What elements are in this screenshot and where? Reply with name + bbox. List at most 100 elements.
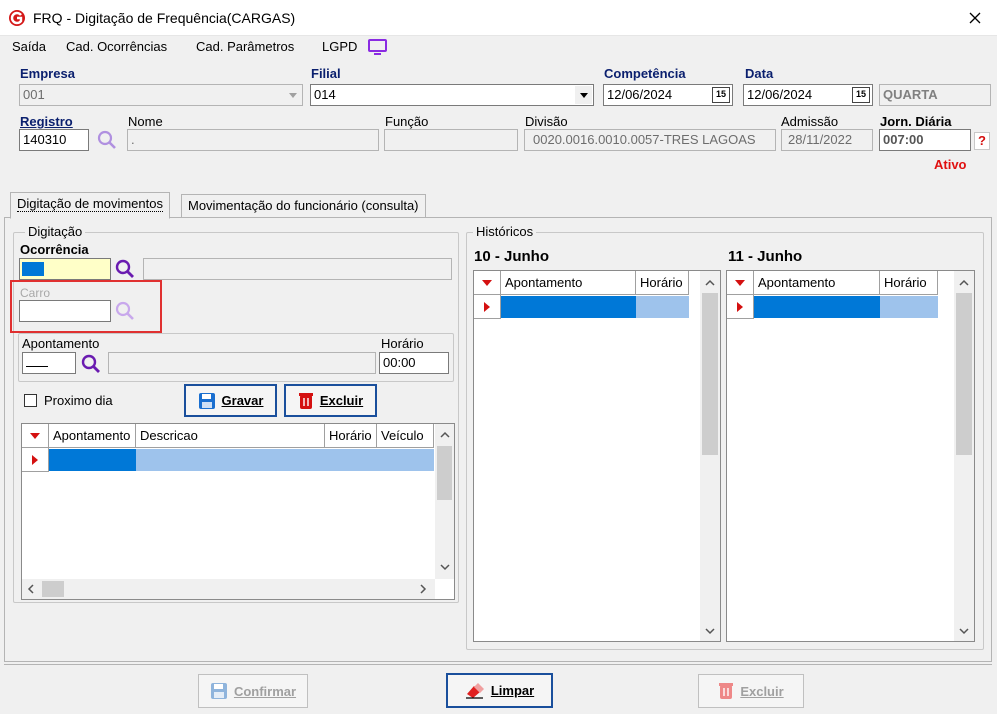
ocorrencia-label: Ocorrência xyxy=(20,242,89,257)
carro-label: Carro xyxy=(20,286,51,300)
col-header-apontamento[interactable]: Apontamento xyxy=(501,271,636,295)
chevron-right-icon[interactable] xyxy=(419,584,427,594)
col-header-veiculo[interactable]: Veículo xyxy=(377,424,434,448)
row-pointer-icon xyxy=(737,301,743,312)
search-icon[interactable] xyxy=(96,129,118,151)
scroll-thumb[interactable] xyxy=(702,293,718,455)
close-icon[interactable] xyxy=(966,9,984,27)
chevron-down-icon[interactable] xyxy=(440,563,450,571)
calendar-icon[interactable]: 15 xyxy=(712,87,730,103)
apontamento-input[interactable] xyxy=(22,352,76,374)
vertical-scrollbar[interactable] xyxy=(954,271,974,641)
nome-field: . xyxy=(127,129,379,151)
historico-day1-grid[interactable]: Apontamento Horário xyxy=(473,270,721,642)
filial-label: Filial xyxy=(311,66,341,81)
chevron-up-icon[interactable] xyxy=(705,279,715,287)
row-indicator xyxy=(22,448,49,472)
day1-title: 10 - Junho xyxy=(474,248,550,265)
carro-input[interactable] xyxy=(19,300,111,322)
footer-divider xyxy=(4,664,992,665)
col-header-descricao[interactable]: Descricao xyxy=(136,424,325,448)
filial-select[interactable]: 014 xyxy=(310,84,594,106)
scroll-thumb[interactable] xyxy=(956,293,972,455)
menu-item-saida[interactable]: Saída xyxy=(12,39,46,54)
footer-excluir-button[interactable]: Excluir xyxy=(698,674,804,708)
table-row[interactable] xyxy=(727,295,938,319)
limpar-button[interactable]: Limpar xyxy=(446,673,553,708)
admissao-field: 28/11/2022 xyxy=(781,129,873,151)
save-icon xyxy=(210,683,227,699)
monitor-icon[interactable] xyxy=(367,38,389,56)
calendar-icon[interactable]: 15 xyxy=(852,87,870,103)
vertical-scrollbar[interactable] xyxy=(435,424,454,579)
vertical-scrollbar[interactable] xyxy=(700,271,720,641)
ocorrencia-input[interactable] xyxy=(19,258,111,280)
jornada-field[interactable]: 007:00 xyxy=(879,129,971,151)
status-badge: Ativo xyxy=(934,157,967,172)
trash-icon xyxy=(719,683,734,699)
filial-value: 014 xyxy=(314,87,336,102)
col-header-horario[interactable]: Horário xyxy=(636,271,689,295)
sort-down-icon xyxy=(735,279,745,286)
proximo-dia-checkbox[interactable] xyxy=(24,394,37,407)
jornada-value: 007:00 xyxy=(883,132,924,147)
empresa-value: 001 xyxy=(23,87,45,102)
movimentos-grid[interactable]: Apontamento Descricao Horário Veículo xyxy=(21,423,455,600)
horizontal-scrollbar[interactable] xyxy=(22,579,435,599)
scroll-thumb[interactable] xyxy=(42,581,64,597)
chevron-down-icon[interactable] xyxy=(959,627,969,635)
confirmar-button[interactable]: Confirmar xyxy=(198,674,308,708)
grid-indicator-header xyxy=(727,271,754,295)
chevron-up-icon[interactable] xyxy=(959,279,969,287)
col-header-apontamento[interactable]: Apontamento xyxy=(49,424,136,448)
search-icon[interactable] xyxy=(114,300,136,322)
col-header-horario[interactable]: Horário xyxy=(880,271,938,295)
menu-bar: Saída Cad. Ocorrências Cad. Parâmetros L… xyxy=(0,36,997,58)
menu-item-cad-parametros[interactable]: Cad. Parâmetros xyxy=(196,39,294,54)
registro-input[interactable]: 140310 xyxy=(19,129,89,151)
chevron-down-icon[interactable] xyxy=(705,627,715,635)
col-header-apontamento[interactable]: Apontamento xyxy=(754,271,880,295)
excluir-label: Excluir xyxy=(319,393,364,408)
empresa-label: Empresa xyxy=(20,66,75,81)
empresa-select[interactable]: 001 xyxy=(19,84,303,106)
row-pointer-icon xyxy=(484,301,490,312)
tab-movimentacao-consulta[interactable]: Movimentação do funcionário (consulta) xyxy=(181,194,426,218)
competencia-date-field[interactable]: 12/06/2024 15 xyxy=(603,84,733,106)
tab-movimentacao-label: Movimentação do funcionário (consulta) xyxy=(188,198,419,213)
scroll-thumb[interactable] xyxy=(437,446,452,500)
col-header-horario[interactable]: Horário xyxy=(325,424,377,448)
divisao-value: 0020.0016.0010.0057-TRES LAGOAS xyxy=(533,132,756,147)
chevron-up-icon[interactable] xyxy=(440,431,450,439)
search-icon[interactable] xyxy=(80,353,102,375)
horario-input[interactable]: 00:00 xyxy=(379,352,449,374)
app-logo-icon xyxy=(8,9,26,27)
competencia-value: 12/06/2024 xyxy=(607,87,673,102)
help-button[interactable]: ? xyxy=(974,132,990,150)
row-indicator xyxy=(727,295,754,319)
menu-item-cad-ocorrencias[interactable]: Cad. Ocorrências xyxy=(66,39,167,54)
confirmar-label: Confirmar xyxy=(233,683,297,699)
chevron-down-icon[interactable] xyxy=(284,86,301,104)
admissao-label: Admissão xyxy=(781,114,839,129)
table-row[interactable] xyxy=(22,448,434,472)
nome-value: . xyxy=(131,132,135,147)
gravar-button[interactable]: Gravar xyxy=(184,384,277,417)
data-date-field[interactable]: 12/06/2024 15 xyxy=(743,84,873,106)
horario-value: 00:00 xyxy=(383,355,416,370)
menu-item-lgpd[interactable]: LGPD xyxy=(322,39,357,54)
divisao-label: Divisão xyxy=(525,114,568,129)
registro-value: 140310 xyxy=(23,132,67,147)
chevron-left-icon[interactable] xyxy=(27,584,35,594)
search-icon[interactable] xyxy=(114,258,136,280)
trash-icon xyxy=(298,392,313,409)
tab-digitacao-movimentos[interactable]: Digitação de movimentos xyxy=(10,192,170,219)
row-pointer-icon xyxy=(32,454,38,465)
row-indicator xyxy=(474,295,501,319)
row-cell xyxy=(880,296,938,318)
chevron-down-icon[interactable] xyxy=(575,86,592,104)
apontamento-description-field xyxy=(108,352,376,374)
historico-day2-grid[interactable]: Apontamento Horário xyxy=(726,270,975,642)
excluir-button[interactable]: Excluir xyxy=(284,384,377,417)
table-row[interactable] xyxy=(474,295,689,319)
